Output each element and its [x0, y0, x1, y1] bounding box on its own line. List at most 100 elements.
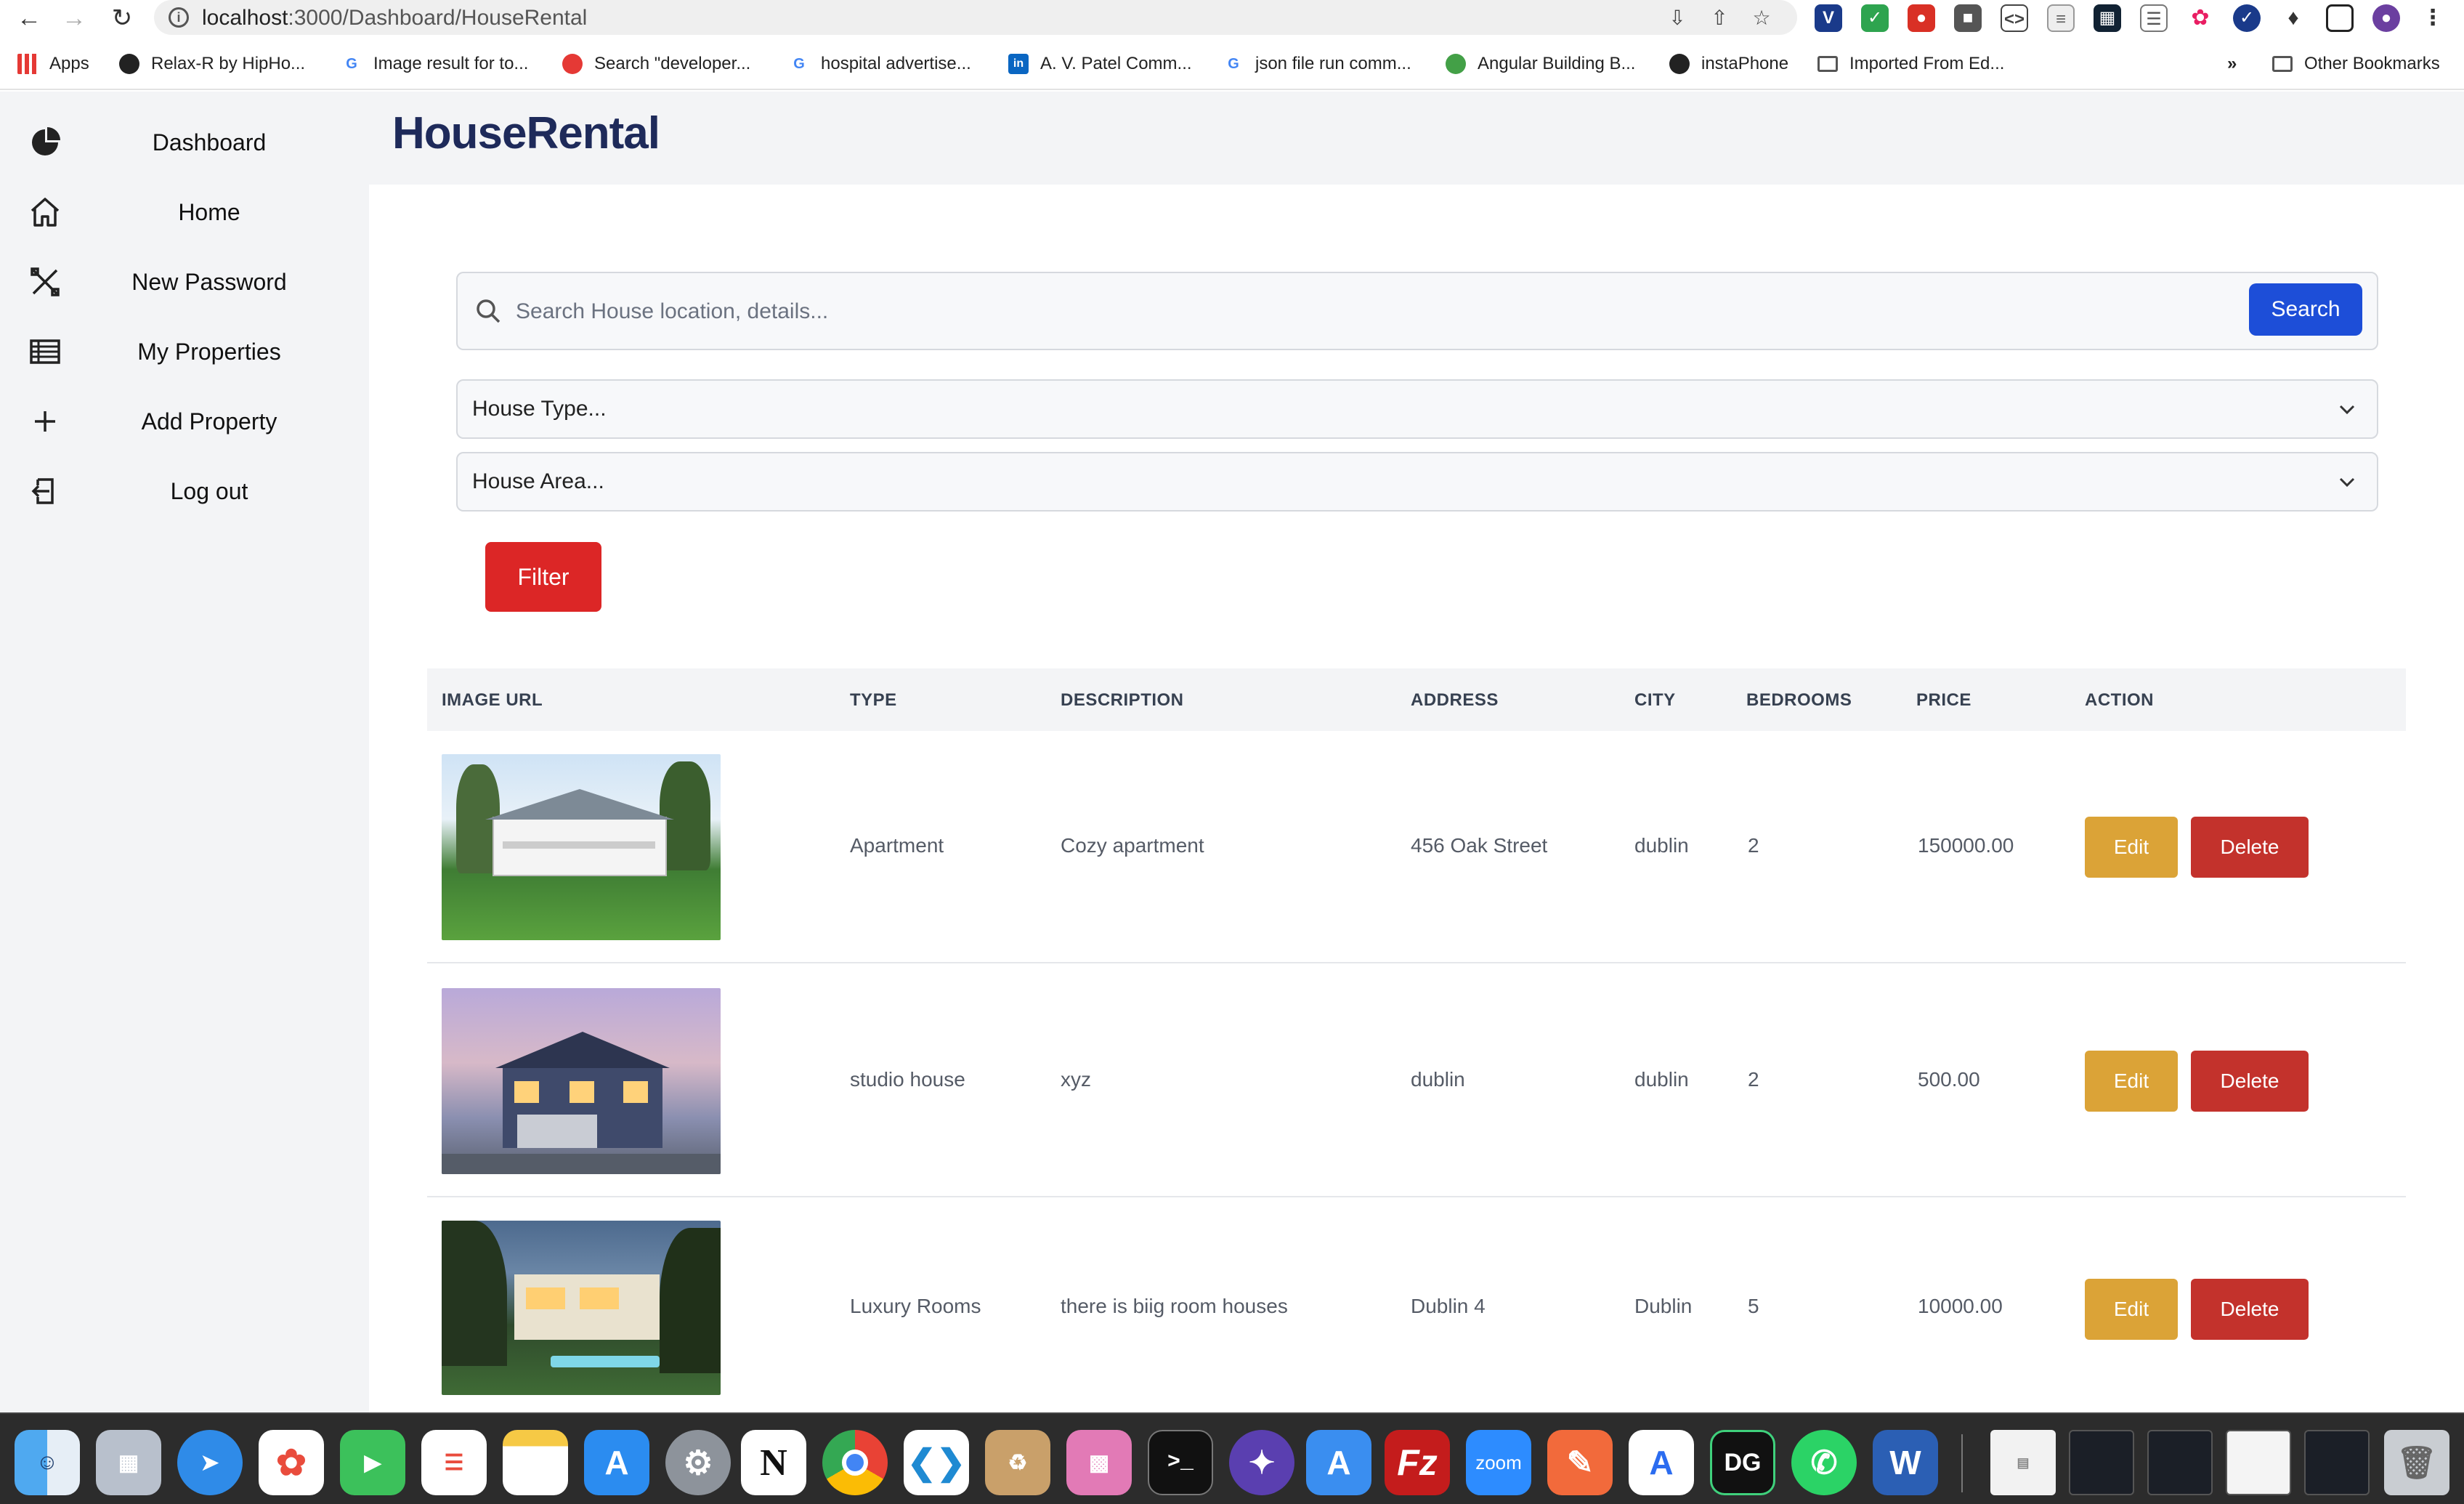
facetime-icon[interactable]: ▶ [340, 1430, 405, 1495]
chevron-down-icon [2339, 405, 2355, 415]
sidebar-item-add-property[interactable]: Add Property [0, 388, 369, 458]
document-icon[interactable]: ▤ [1990, 1430, 2056, 1495]
trash-icon[interactable]: 🗑 [2384, 1430, 2449, 1495]
extension-color-icon[interactable]: ✿ [2187, 4, 2214, 32]
archive-icon[interactable]: ♻ [985, 1430, 1050, 1495]
finder-icon[interactable]: ☺ [15, 1430, 80, 1495]
vscode-icon[interactable]: ❮❯ [904, 1430, 969, 1495]
bookmark-label: hospital advertise... [821, 54, 971, 73]
photos-icon[interactable]: ✿ [259, 1430, 324, 1495]
bookmark-star-icon[interactable]: ☆ [1749, 6, 1774, 31]
share-icon[interactable]: ⇧ [1707, 6, 1732, 31]
bookmark-angular[interactable]: Angular Building B... [1446, 51, 1635, 77]
bookmark-label: json file run comm... [1255, 54, 1411, 73]
sidebar-item-log-out[interactable]: Log out [0, 458, 369, 527]
extension-code-icon[interactable]: <> [2001, 4, 2028, 32]
extension-vee-icon[interactable]: V [1815, 4, 1842, 32]
cell-bedrooms: 2 [1748, 1068, 1759, 1091]
window-thumbnail-icon[interactable] [2304, 1430, 2370, 1495]
terminal-icon[interactable]: >_ [1148, 1430, 1213, 1495]
zoom-icon[interactable]: zoom [1466, 1430, 1531, 1495]
bookmark-av-patel[interactable]: in A. V. Patel Comm... [1008, 51, 1192, 77]
delete-button[interactable]: Delete [2191, 1051, 2309, 1112]
edit-button[interactable]: Edit [2085, 1279, 2178, 1340]
bookmark-hospital[interactable]: G hospital advertise... [789, 51, 971, 77]
instruments-icon[interactable]: A [1629, 1430, 1694, 1495]
bookmark-other[interactable]: Other Bookmarks [2272, 51, 2440, 77]
bookmark-image-result[interactable]: G Image result for to... [341, 51, 528, 77]
word-icon[interactable]: W [1873, 1430, 1938, 1495]
window-thumbnail-icon[interactable] [2069, 1430, 2134, 1495]
mirror-icon[interactable]: ▩ [1066, 1430, 1132, 1495]
delete-button[interactable]: Delete [2191, 1279, 2309, 1340]
house-type-select[interactable]: House Type... [456, 379, 2378, 439]
window-thumbnail-icon[interactable] [2226, 1430, 2291, 1495]
launchpad-icon[interactable]: ▦ [96, 1430, 161, 1495]
bookmark-relax[interactable]: Relax-R by HipHo... [119, 51, 305, 77]
sidebar-item-my-properties[interactable]: My Properties [0, 318, 369, 388]
google-icon: G [793, 56, 805, 72]
sidebar-item-dashboard[interactable]: Dashboard [0, 109, 369, 179]
extension-shield-icon[interactable]: ✓ [1861, 4, 1889, 32]
bookmark-label: A. V. Patel Comm... [1040, 54, 1192, 73]
info-icon[interactable]: i [169, 7, 189, 28]
extension-check-icon[interactable]: ✓ [2233, 4, 2261, 32]
google-icon: G [346, 56, 357, 72]
filezilla-icon[interactable]: Fz [1385, 1430, 1450, 1495]
house-area-value: House Area... [472, 469, 604, 493]
spotlight-icon[interactable]: ✦ [1229, 1430, 1294, 1495]
property-image-modern-villa[interactable] [442, 1221, 721, 1395]
chrome-icon[interactable] [822, 1430, 888, 1495]
address-bar[interactable]: i localhost:3000/Dashboard/HouseRental ⇩… [154, 0, 1797, 35]
delete-button[interactable]: Delete [2191, 817, 2309, 878]
home-icon [31, 198, 60, 227]
column-header-price: PRICE [1916, 690, 1971, 710]
search-bar: Search [456, 272, 2378, 350]
browser-menu-icon[interactable]: ⋮ [2419, 4, 2447, 32]
bookmark-json[interactable]: G json file run comm... [1223, 51, 1411, 77]
install-app-icon[interactable]: ⇩ [1665, 6, 1690, 31]
bookmark-imported[interactable]: Imported From Ed... [1817, 51, 2004, 77]
xcode-tools-icon[interactable]: A [1306, 1430, 1371, 1495]
whatsapp-icon[interactable]: ✆ [1791, 1430, 1857, 1495]
column-header-type: TYPE [850, 690, 897, 710]
search-button[interactable]: Search [2249, 283, 2362, 336]
edit-button[interactable]: Edit [2085, 1051, 2178, 1112]
extension-red-icon[interactable]: ● [1908, 4, 1935, 32]
edit-button[interactable]: Edit [2085, 817, 2178, 878]
url-text[interactable]: localhost:3000/Dashboard/HouseRental [202, 6, 587, 31]
extensions-puzzle-icon[interactable]: ♦ [2279, 4, 2307, 32]
safari-icon[interactable]: ➤ [177, 1430, 243, 1495]
back-arrow-icon[interactable]: ← [13, 3, 45, 33]
property-image-blue-suburban-house[interactable] [442, 988, 721, 1174]
window-thumbnail-icon[interactable] [2147, 1430, 2213, 1495]
extension-notes-icon[interactable]: ☰ [2140, 4, 2168, 32]
column-header-action: ACTION [2085, 690, 2154, 710]
pen-tool-icon[interactable]: ✎ [1547, 1430, 1613, 1495]
system-preferences-icon[interactable]: ⚙ [665, 1430, 731, 1495]
extension-doc-icon[interactable]: ≡ [2047, 4, 2075, 32]
brand-title[interactable]: HouseRental [392, 108, 660, 159]
filter-button[interactable]: Filter [485, 542, 601, 612]
side-panel-icon[interactable] [2326, 4, 2354, 32]
extension-qr-icon[interactable]: ▦ [2094, 4, 2121, 32]
sidebar-item-home[interactable]: Home [0, 179, 369, 248]
reload-icon[interactable]: ↻ [106, 3, 138, 33]
profile-avatar[interactable]: ● [2372, 4, 2400, 32]
notion-icon[interactable]: N [741, 1430, 806, 1495]
extension-robot-icon[interactable]: ■ [1954, 4, 1982, 32]
search-input[interactable] [516, 294, 2041, 330]
house-area-select[interactable]: House Area... [456, 452, 2378, 512]
sidebar-item-new-password[interactable]: New Password [0, 248, 369, 318]
bookmark-apps[interactable]: Apps [17, 51, 89, 77]
bookmark-instaphone[interactable]: instaPhone [1669, 51, 1788, 77]
bookmarks-overflow[interactable]: » [2227, 51, 2237, 77]
reminders-icon[interactable]: ☰ [421, 1430, 487, 1495]
app-store-icon[interactable]: A [584, 1430, 649, 1495]
column-header-bedrooms: BEDROOMS [1746, 690, 1852, 710]
forward-arrow-icon[interactable]: → [58, 3, 90, 33]
bookmark-search-developer[interactable]: Search "developer... [562, 51, 750, 77]
datagrip-icon[interactable]: DG [1710, 1430, 1775, 1495]
property-image-white-farmhouse[interactable] [442, 754, 721, 940]
notes-icon[interactable] [503, 1430, 568, 1495]
